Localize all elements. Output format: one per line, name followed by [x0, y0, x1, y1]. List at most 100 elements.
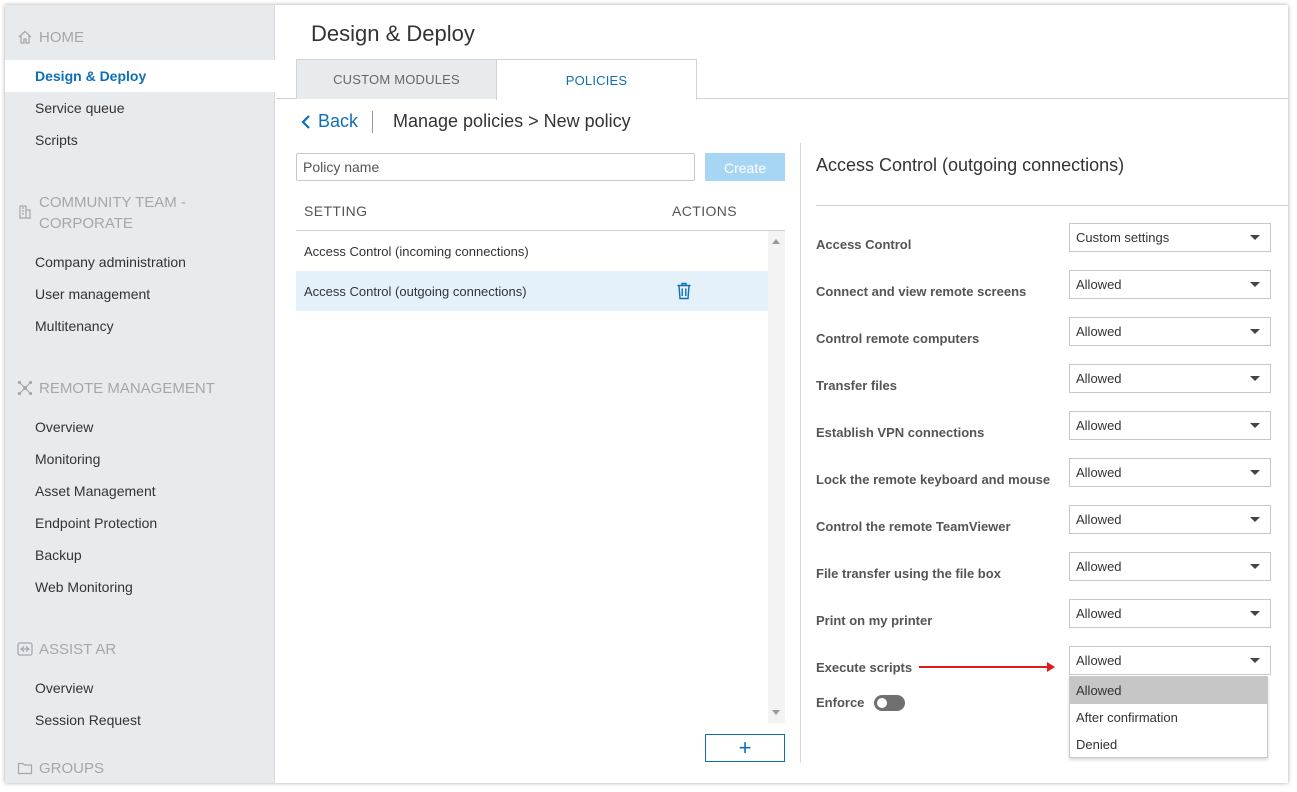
chevron-left-icon [301, 114, 310, 129]
building-icon [17, 203, 33, 219]
chevron-down-icon [1250, 470, 1260, 475]
create-button[interactable]: Create [705, 153, 785, 181]
dropdown-value: Allowed [1076, 324, 1122, 339]
sidebar: HOME Design & Deploy Service queue Scrip… [5, 5, 275, 783]
chevron-down-icon [1250, 329, 1260, 334]
sidebar-item-design-deploy[interactable]: Design & Deploy [5, 60, 275, 92]
sidebar-section-title-line2: CORPORATE [39, 215, 133, 232]
sidebar-item-endpoint-protection[interactable]: Endpoint Protection [5, 507, 275, 539]
sidebar-item-multitenancy[interactable]: Multitenancy [5, 310, 275, 342]
column-header-setting: SETTING [304, 203, 368, 219]
sidebar-item-scripts[interactable]: Scripts [5, 124, 275, 156]
sidebar-section-remote-management[interactable]: REMOTE MANAGEMENT [17, 378, 215, 399]
setting-label-connect-view: Connect and view remote screens [816, 284, 1027, 299]
dropdown-value: Allowed [1076, 559, 1122, 574]
dropdown-value: Allowed [1076, 418, 1122, 433]
settings-scrollbar[interactable] [768, 231, 785, 723]
page-title: Design & Deploy [311, 21, 475, 46]
sidebar-item-company-administration[interactable]: Company administration [5, 246, 275, 278]
file-box-dropdown[interactable]: Allowed [1069, 552, 1271, 581]
dropdown-value: Allowed [1076, 465, 1122, 480]
settings-row[interactable]: Access Control (incoming connections) [296, 231, 768, 271]
main-content: Design & Deploy CUSTOM MODULES POLICIES … [276, 5, 1288, 783]
control-teamviewer-dropdown[interactable]: Allowed [1069, 505, 1271, 534]
app-window: HOME Design & Deploy Service queue Scrip… [5, 5, 1288, 783]
tab-custom-modules[interactable]: CUSTOM MODULES [296, 59, 497, 99]
dropdown-value: Allowed [1076, 653, 1122, 668]
dropdown-value: Allowed [1076, 512, 1122, 527]
transfer-files-dropdown[interactable]: Allowed [1069, 364, 1271, 393]
access-control-dropdown[interactable]: Custom settings [1069, 223, 1271, 252]
back-label: Back [318, 111, 359, 131]
lock-keyboard-dropdown[interactable]: Allowed [1069, 458, 1271, 487]
dropdown-value: Custom settings [1076, 230, 1170, 245]
option-denied[interactable]: Denied [1070, 731, 1267, 758]
sidebar-item-overview[interactable]: Overview [5, 411, 275, 443]
tab-bar: CUSTOM MODULES POLICIES [296, 59, 697, 100]
sidebar-item-monitoring[interactable]: Monitoring [5, 443, 275, 475]
sidebar-section-assist-ar[interactable]: ASSIST AR [17, 639, 116, 660]
chevron-down-icon [1250, 423, 1260, 428]
chevron-down-icon [1250, 517, 1260, 522]
control-remote-dropdown[interactable]: Allowed [1069, 317, 1271, 346]
settings-row-label: Access Control (incoming connections) [304, 243, 529, 259]
setting-label-control-remote: Control remote computers [816, 331, 980, 346]
annotation-arrow [919, 666, 1049, 668]
option-allowed[interactable]: Allowed [1070, 677, 1267, 704]
settings-row-label: Access Control (outgoing connections) [304, 283, 527, 299]
chevron-down-icon [1250, 611, 1260, 616]
trash-icon[interactable] [676, 282, 692, 300]
sidebar-section-title: COMMUNITY TEAM - [39, 194, 186, 211]
breadcrumb: Manage policies > New policy [393, 111, 631, 131]
enforce-toggle[interactable] [874, 695, 905, 711]
enforce-label: Enforce [816, 695, 865, 710]
setting-label-lock-keyboard: Lock the remote keyboard and mouse [816, 472, 1051, 487]
setting-label-print: Print on my printer [816, 613, 933, 628]
execute-scripts-dropdown[interactable]: Allowed [1069, 646, 1271, 675]
sidebar-item-user-management[interactable]: User management [5, 278, 275, 310]
dropdown-value: Allowed [1076, 371, 1122, 386]
chevron-down-icon [1250, 235, 1260, 240]
column-header-actions: ACTIONS [672, 203, 738, 219]
setting-label-control-teamviewer: Control the remote TeamViewer [816, 519, 1011, 534]
breadcrumb-separator [372, 111, 373, 133]
chevron-down-icon [1250, 658, 1260, 663]
option-after-confirmation[interactable]: After confirmation [1070, 704, 1267, 731]
annotation-arrow-head [1047, 662, 1055, 672]
sidebar-section-title: GROUPS [39, 760, 105, 777]
sidebar-section-community-team[interactable]: COMMUNITY TEAM - CORPORATE [17, 192, 186, 234]
detail-title: Access Control (outgoing connections) [816, 155, 1125, 175]
sidebar-item-session-request[interactable]: Session Request [5, 704, 275, 736]
setting-label-file-box: File transfer using the file box [816, 566, 1001, 581]
home-icon [17, 29, 33, 45]
setting-label-access-control: Access Control [816, 237, 912, 252]
sidebar-section-home[interactable]: HOME [17, 27, 84, 48]
network-icon [17, 380, 33, 396]
folder-icon [17, 760, 33, 776]
dropdown-value: Allowed [1076, 277, 1122, 292]
sidebar-section-groups[interactable]: GROUPS [17, 758, 104, 779]
setting-label-vpn: Establish VPN connections [816, 425, 985, 440]
scroll-up-icon[interactable] [772, 239, 780, 244]
assist-ar-icon [17, 641, 33, 657]
sidebar-item-backup[interactable]: Backup [5, 539, 275, 571]
print-dropdown[interactable]: Allowed [1069, 599, 1271, 628]
chevron-down-icon [1250, 564, 1260, 569]
back-link[interactable]: Back [300, 111, 358, 132]
execute-scripts-options-menu: Allowed After confirmation Denied [1069, 676, 1268, 758]
vpn-dropdown[interactable]: Allowed [1069, 411, 1271, 440]
sidebar-section-title: REMOTE MANAGEMENT [39, 380, 215, 397]
dropdown-value: Allowed [1076, 606, 1122, 621]
sidebar-section-title: ASSIST AR [39, 641, 117, 658]
sidebar-item-asset-management[interactable]: Asset Management [5, 475, 275, 507]
add-setting-button[interactable]: + [705, 734, 785, 762]
policy-name-input[interactable] [296, 153, 695, 181]
settings-row-selected[interactable]: Access Control (outgoing connections) [296, 271, 768, 311]
chevron-down-icon [1250, 376, 1260, 381]
sidebar-item-assist-overview[interactable]: Overview [5, 672, 275, 704]
scroll-down-icon[interactable] [772, 710, 780, 715]
connect-view-dropdown[interactable]: Allowed [1069, 270, 1271, 299]
sidebar-item-service-queue[interactable]: Service queue [5, 92, 275, 124]
tab-policies[interactable]: POLICIES [496, 59, 697, 100]
sidebar-item-web-monitoring[interactable]: Web Monitoring [5, 571, 275, 603]
